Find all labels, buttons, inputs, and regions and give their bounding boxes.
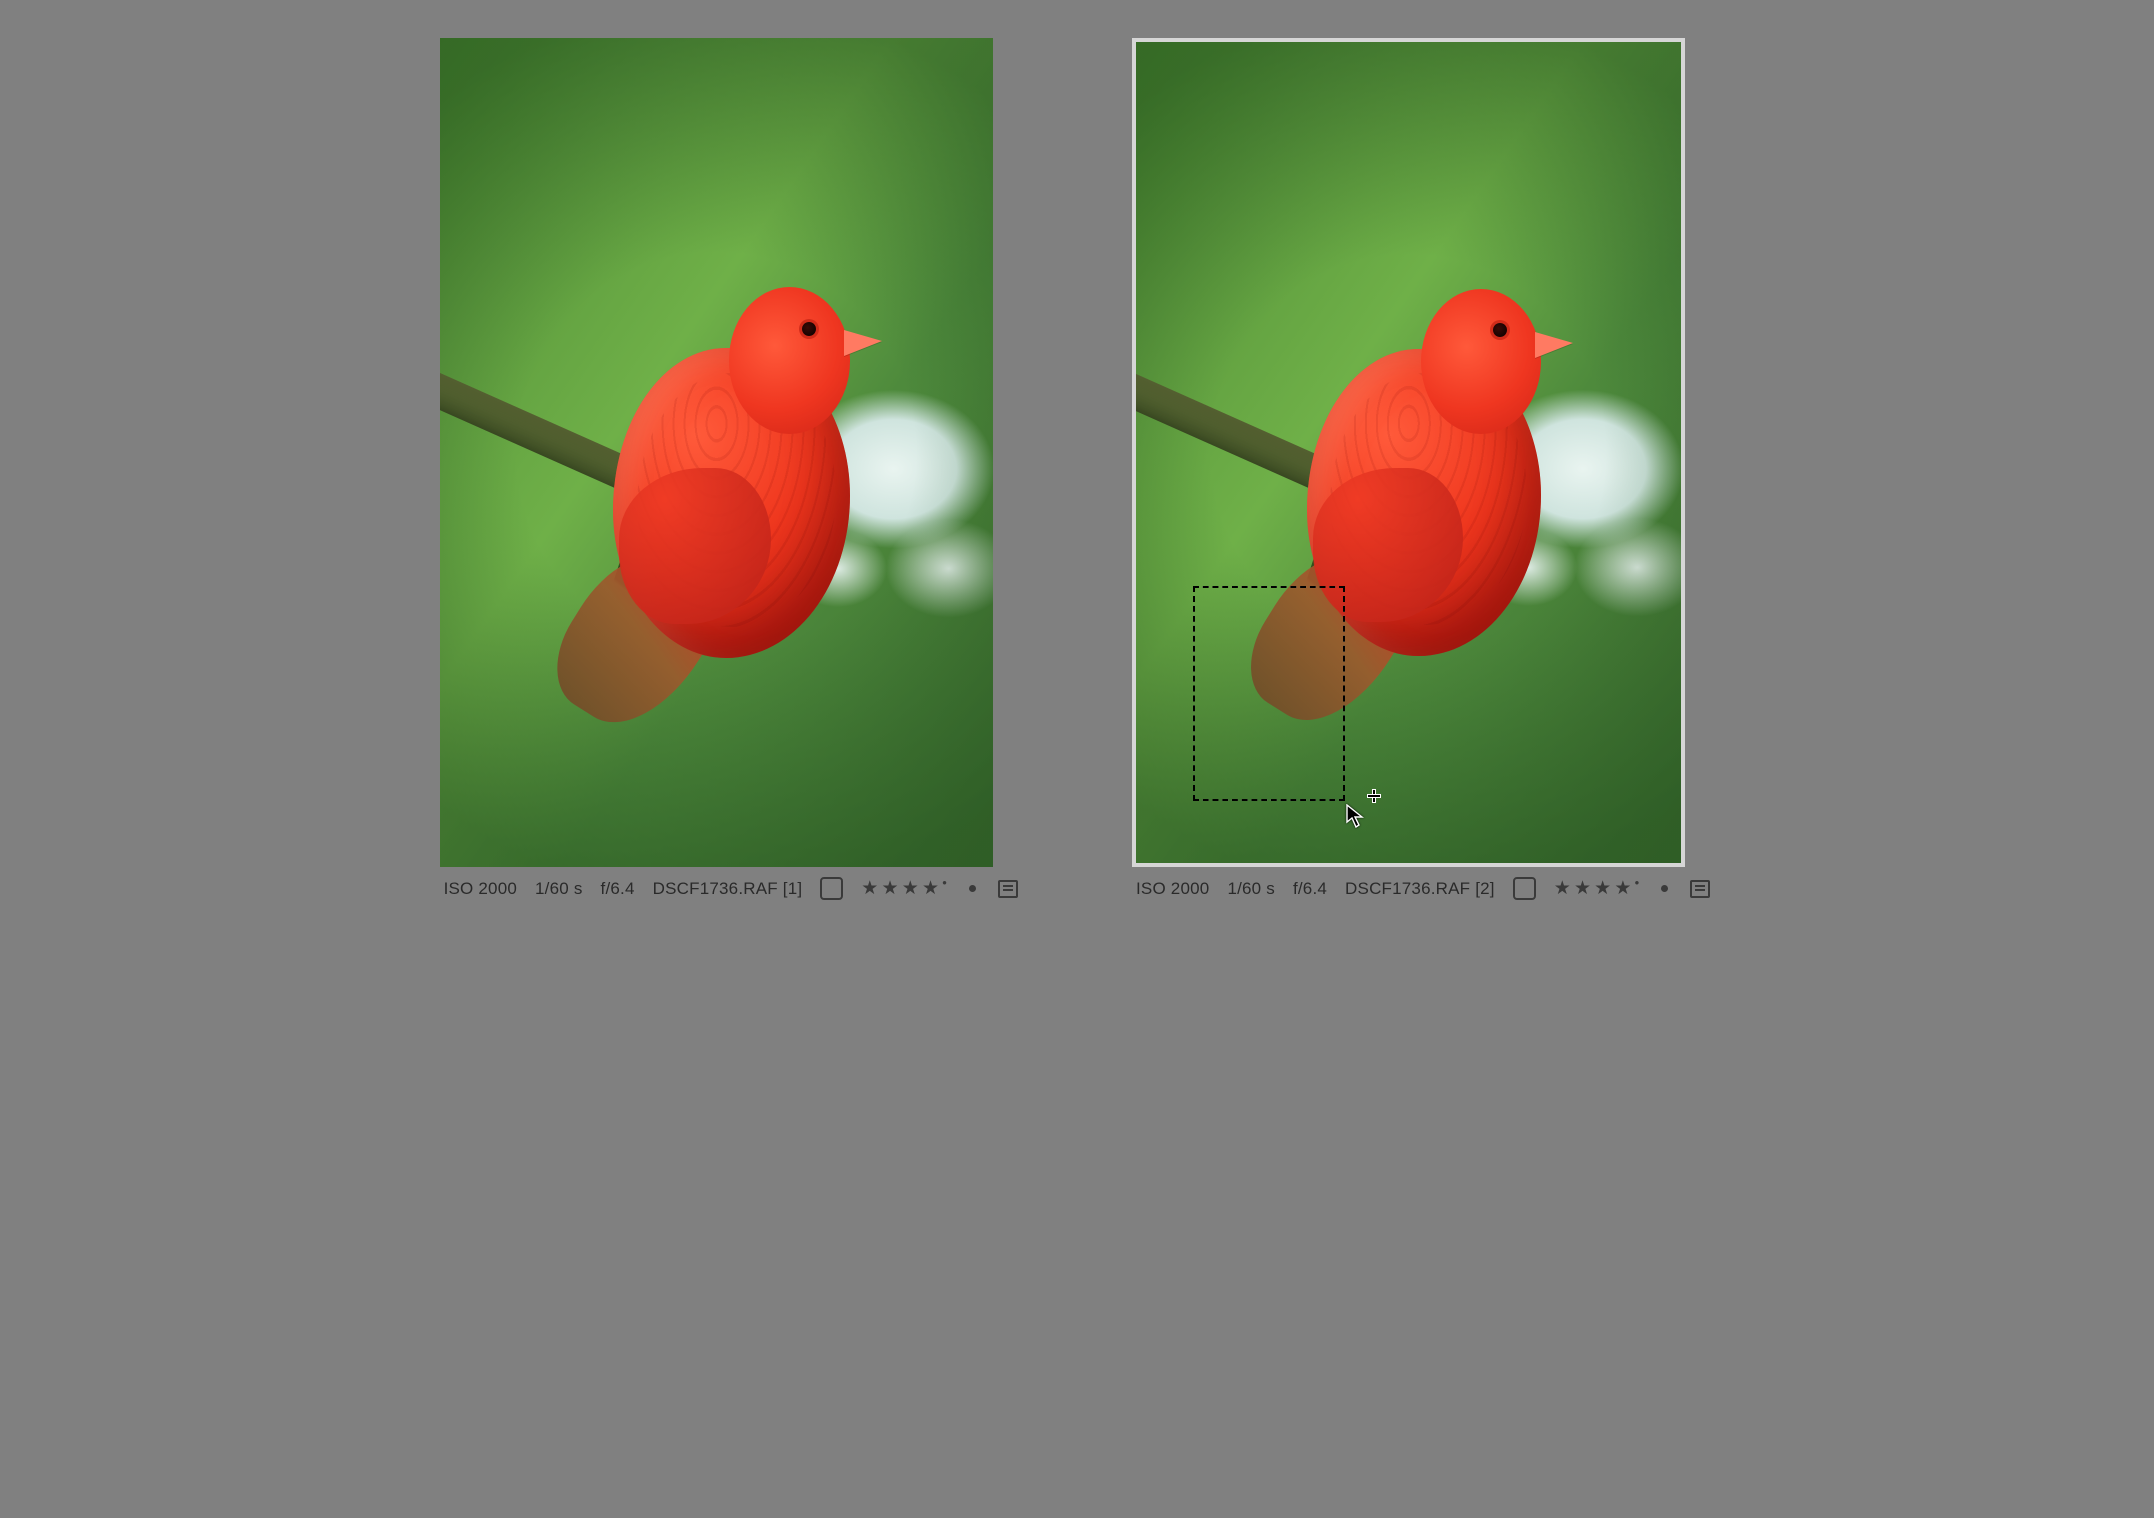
star-4[interactable]: ★ bbox=[922, 879, 939, 898]
filename-readout: DSCF1736.RAF [1] bbox=[653, 879, 803, 899]
shutter-readout: 1/60 s bbox=[535, 879, 583, 899]
rating-stars[interactable]: ★★★★• bbox=[1554, 879, 1640, 898]
compare-pane-2: ISO 2000 1/60 s f/6.4 DSCF1736.RAF [2] ★… bbox=[1132, 38, 1714, 900]
metadata-popover-icon[interactable] bbox=[998, 880, 1018, 898]
image-frame[interactable] bbox=[440, 38, 993, 867]
flag-toggle[interactable] bbox=[1513, 877, 1536, 900]
shutter-readout: 1/60 s bbox=[1227, 879, 1275, 899]
iso-readout: ISO 2000 bbox=[1136, 879, 1209, 899]
compare-pane-1: ISO 2000 1/60 s f/6.4 DSCF1736.RAF [1] ★… bbox=[440, 38, 1022, 900]
star-5[interactable]: • bbox=[1635, 876, 1640, 895]
flag-toggle[interactable] bbox=[820, 877, 843, 900]
star-1[interactable]: ★ bbox=[861, 879, 878, 898]
cursor-pointer-add bbox=[1346, 804, 1366, 828]
metadata-bar: ISO 2000 1/60 s f/6.4 DSCF1736.RAF [1] ★… bbox=[440, 867, 1022, 900]
photo-preview[interactable] bbox=[1136, 42, 1681, 863]
aperture-readout: f/6.4 bbox=[1293, 879, 1327, 899]
star-3[interactable]: ★ bbox=[1594, 879, 1611, 898]
color-label-dot[interactable] bbox=[1661, 885, 1668, 892]
metadata-popover-icon[interactable] bbox=[1690, 880, 1710, 898]
star-2[interactable]: ★ bbox=[882, 879, 899, 898]
rating-stars[interactable]: ★★★★• bbox=[861, 879, 947, 898]
plus-icon bbox=[1368, 790, 1380, 802]
iso-readout: ISO 2000 bbox=[444, 879, 517, 899]
image-frame-active[interactable] bbox=[1132, 38, 1685, 867]
star-1[interactable]: ★ bbox=[1554, 879, 1571, 898]
star-5[interactable]: • bbox=[942, 876, 947, 895]
star-2[interactable]: ★ bbox=[1574, 879, 1591, 898]
photo-preview[interactable] bbox=[440, 38, 993, 867]
star-3[interactable]: ★ bbox=[902, 879, 919, 898]
color-label-dot[interactable] bbox=[969, 885, 976, 892]
star-4[interactable]: ★ bbox=[1614, 879, 1631, 898]
filename-readout: DSCF1736.RAF [2] bbox=[1345, 879, 1495, 899]
metadata-bar: ISO 2000 1/60 s f/6.4 DSCF1736.RAF [2] ★… bbox=[1132, 867, 1714, 900]
aperture-readout: f/6.4 bbox=[601, 879, 635, 899]
